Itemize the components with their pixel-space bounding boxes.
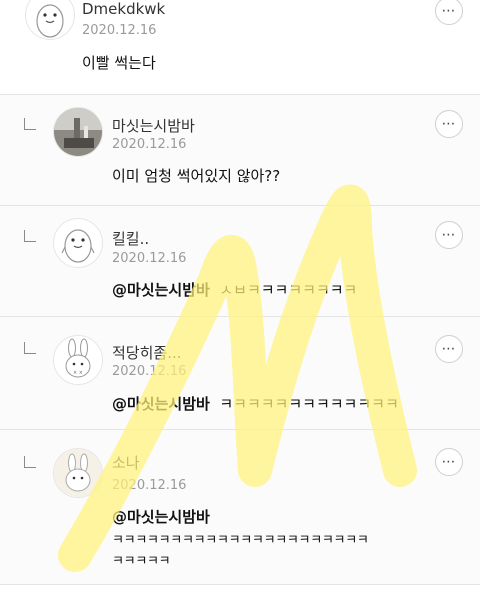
more-options-button[interactable]: ⋯: [435, 448, 463, 476]
comment-date: 2020.12.16: [112, 478, 187, 493]
comment-text: 이미 엄청 썩어있지 않아??: [112, 167, 281, 185]
svg-text:× ×: × ×: [73, 370, 83, 376]
reply-indent-icon: [24, 456, 36, 468]
more-dots-icon: ⋯: [441, 227, 457, 243]
comment-reply-item: 마싯는시밤바 2020.12.16 이미 엄청 썩어있지 않아?? ⋯: [0, 95, 480, 205]
comment-author[interactable]: 마싯는시밤바: [112, 115, 195, 136]
comment-date: 2020.12.16: [112, 251, 187, 266]
more-options-button[interactable]: ⋯: [435, 110, 463, 138]
more-dots-icon: ⋯: [441, 3, 457, 19]
comment-text: @마싯는시밤바 ㅅㅂㅋㅋㅋㅋㅋㅋㅋㅋ: [112, 279, 357, 300]
comment-date: 2020.12.16: [112, 364, 187, 379]
mention-link[interactable]: @마싯는시밤바: [112, 281, 210, 299]
comment-message: ㅋㅋㅋㅋㅋㅋㅋㅋㅋㅋㅋㅋㅋ: [219, 395, 399, 413]
mention-link[interactable]: @마싯는시밤바: [112, 508, 210, 526]
comment-date: 2020.12.16: [82, 23, 157, 38]
reply-indent-icon: [24, 230, 36, 242]
reply-indent-icon: [24, 342, 36, 354]
more-options-button[interactable]: ⋯: [435, 0, 463, 25]
comment-message: ㅋㅋㅋㅋㅋㅋㅋㅋㅋㅋㅋㅋㅋㅋㅋㅋㅋㅋㅋㅋㅋㅋ: [112, 533, 369, 548]
comment-author[interactable]: 킬킬..: [112, 228, 149, 249]
comment-author[interactable]: 적당히좀...: [112, 342, 182, 363]
mention-link[interactable]: @마싯는시밤바: [112, 395, 210, 413]
comment-reply-item: 소나 2020.12.16 @마싯는시밤바 ㅋㅋㅋㅋㅋㅋㅋㅋㅋㅋㅋㅋㅋㅋㅋㅋㅋㅋ…: [0, 430, 480, 584]
penguin-avatar[interactable]: [53, 218, 103, 268]
more-options-button[interactable]: ⋯: [435, 221, 463, 249]
comment-reply-item: × × 적당히좀... 2020.12.16 @마싯는시밤바 ㅋㅋㅋㅋㅋㅋㅋㅋㅋ…: [0, 317, 480, 429]
comment-author[interactable]: 소나: [112, 452, 140, 473]
comment-text: @마싯는시밤바: [112, 506, 210, 527]
bunny-avatar[interactable]: [53, 448, 103, 498]
more-dots-icon: ⋯: [441, 116, 457, 132]
comment-text: 이빨 썩는다: [82, 54, 156, 72]
comment-reply-item: 킬킬.. 2020.12.16 @마싯는시밤바 ㅅㅂㅋㅋㅋㅋㅋㅋㅋㅋ ⋯: [0, 206, 480, 316]
room-photo-avatar[interactable]: [53, 107, 103, 157]
divider: [0, 584, 480, 585]
more-dots-icon: ⋯: [441, 454, 457, 470]
more-options-button[interactable]: ⋯: [435, 335, 463, 363]
reply-indent-icon: [24, 118, 36, 130]
comment-message-line2: ㅋㅋㅋㅋㅋ: [112, 554, 171, 569]
comment-text: @마싯는시밤바 ㅋㅋㅋㅋㅋㅋㅋㅋㅋㅋㅋㅋㅋ: [112, 393, 399, 414]
bunny-avatar[interactable]: × ×: [53, 335, 103, 385]
more-dots-icon: ⋯: [441, 341, 457, 357]
penguin-avatar[interactable]: [25, 0, 75, 40]
comment-author[interactable]: Dmekdkwk: [82, 0, 165, 18]
comment-item: Dmekdkwk 2020.12.16 이빨 썩는다 ⋯: [0, 0, 480, 94]
comment-date: 2020.12.16: [112, 137, 187, 152]
comment-message: ㅅㅂㅋㅋㅋㅋㅋㅋㅋㅋ: [219, 281, 358, 299]
